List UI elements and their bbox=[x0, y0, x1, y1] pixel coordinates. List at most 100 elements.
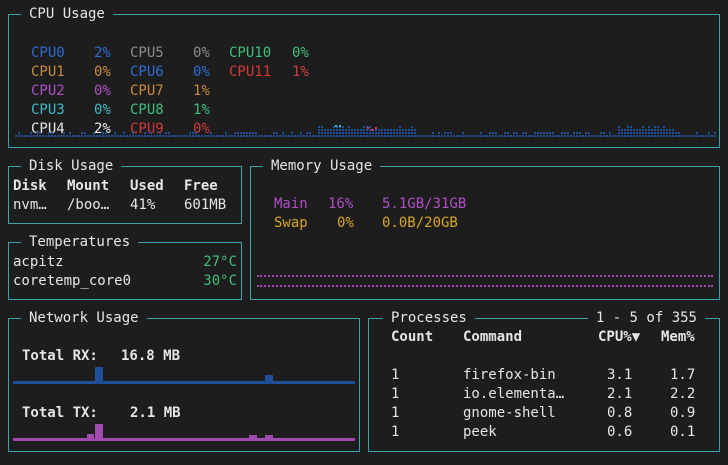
process-count[interactable]: 1 bbox=[391, 366, 399, 385]
cpu-history-dot bbox=[630, 132, 632, 134]
processes-header-cpu[interactable]: CPU%▼ bbox=[598, 328, 640, 347]
cpu-history-dot bbox=[138, 135, 140, 137]
process-mem[interactable]: 1.7 bbox=[670, 366, 695, 385]
cpu-history-dot bbox=[198, 135, 200, 137]
process-command[interactable]: gnome-shell bbox=[463, 404, 556, 423]
cpu-history-dot bbox=[633, 132, 635, 134]
cpu-history-dot bbox=[549, 132, 551, 134]
cpu-history-dot bbox=[171, 135, 173, 137]
cpu-history-dot bbox=[225, 135, 227, 137]
cpu-history-dot bbox=[654, 132, 656, 134]
cpu-history-dot bbox=[36, 135, 38, 137]
cpu-history-dot bbox=[447, 135, 449, 137]
cpu-history-dot bbox=[642, 129, 644, 131]
cpu-history-dot bbox=[168, 135, 170, 137]
cpu-history-dot bbox=[315, 135, 317, 137]
process-count[interactable]: 1 bbox=[391, 404, 399, 423]
cpu-history-dot bbox=[672, 132, 674, 134]
cpu-history-dot bbox=[318, 132, 320, 134]
cpu-history-dot bbox=[282, 132, 284, 134]
process-command[interactable]: firefox-bin bbox=[463, 366, 556, 385]
network-tx-graph bbox=[13, 424, 355, 441]
cpu-history-dot bbox=[333, 129, 335, 131]
cpu-history-dot bbox=[480, 135, 482, 137]
cpu-history-dot bbox=[408, 129, 410, 131]
cpu-history-dot bbox=[348, 132, 350, 134]
cpu-history-dot bbox=[411, 132, 413, 134]
cpu-history-dot bbox=[234, 132, 236, 134]
cpu-history-dot bbox=[285, 135, 287, 137]
process-mem[interactable]: 2.2 bbox=[670, 385, 695, 404]
process-cpu[interactable]: 2.1 bbox=[607, 385, 632, 404]
cpu-history-dot bbox=[39, 132, 41, 134]
cpu-history-dot bbox=[72, 135, 74, 137]
cpu-history-dot bbox=[462, 135, 464, 137]
processes-header-count[interactable]: Count bbox=[391, 328, 433, 347]
temp-sensor-name: acpitz bbox=[13, 254, 64, 270]
cpu-history-dot bbox=[90, 135, 92, 137]
cpu-history-dot bbox=[57, 135, 59, 137]
cpu-history-dot bbox=[591, 135, 593, 137]
cpu-history-dot bbox=[252, 132, 254, 134]
cpu-usage-graph bbox=[15, 115, 716, 137]
network-tx-spike bbox=[265, 435, 273, 439]
cpu-history-dot bbox=[663, 132, 665, 134]
cpu-history-dot bbox=[558, 135, 560, 137]
cpu-core-value: 0% bbox=[193, 64, 210, 80]
cpu-history-dot bbox=[624, 129, 626, 131]
cpu-history-dot bbox=[630, 126, 632, 128]
process-mem[interactable]: 0.9 bbox=[670, 404, 695, 423]
network-rx-graph bbox=[13, 367, 355, 384]
cpu-history-dot bbox=[51, 135, 53, 137]
cpu-core-value: 1% bbox=[193, 83, 210, 99]
cpu-history-dot bbox=[369, 132, 371, 134]
cpu-history-dot bbox=[516, 135, 518, 137]
process-cpu[interactable]: 0.6 bbox=[607, 423, 632, 442]
cpu-history-dot bbox=[402, 129, 404, 131]
cpu-history-dot bbox=[327, 129, 329, 131]
cpu-history-dot bbox=[411, 135, 413, 137]
cpu-history-dot bbox=[621, 129, 623, 131]
disk-usage-panel: Disk Usage Disk Mount Used Free nvm… /bo… bbox=[8, 157, 242, 224]
cpu-history-dot bbox=[642, 135, 644, 137]
cpu-history-dot bbox=[105, 132, 107, 134]
cpu-history-dot bbox=[441, 135, 443, 137]
cpu-history-dot bbox=[309, 132, 311, 134]
processes-header-mem[interactable]: Mem% bbox=[661, 328, 695, 347]
cpu-history-dot bbox=[567, 132, 569, 134]
cpu-history-dot bbox=[681, 135, 683, 137]
memory-main-graph-line bbox=[257, 285, 713, 287]
cpu-history-dot bbox=[114, 132, 116, 134]
cpu-core-label: CPU11 bbox=[229, 64, 272, 80]
cpu-history-dot bbox=[660, 129, 662, 131]
cpu-history-dot bbox=[282, 135, 284, 137]
cpu-history-dot bbox=[249, 132, 251, 134]
cpu-history-dot bbox=[669, 135, 671, 137]
cpu-history-dot bbox=[384, 132, 386, 134]
cpu-history-dot bbox=[234, 135, 236, 137]
process-mem[interactable]: 0.1 bbox=[670, 423, 695, 442]
cpu-history-dot bbox=[105, 135, 107, 137]
process-command[interactable]: io.elementa… bbox=[463, 385, 564, 404]
cpu-history-dot bbox=[657, 132, 659, 134]
cpu-history-dot bbox=[30, 132, 32, 134]
cpu-history-dot bbox=[492, 135, 494, 137]
process-cpu[interactable]: 0.8 bbox=[607, 404, 632, 423]
cpu-history-dot bbox=[660, 135, 662, 137]
cpu-history-dot bbox=[378, 129, 380, 131]
process-command[interactable]: peek bbox=[463, 423, 497, 442]
process-count[interactable]: 1 bbox=[391, 423, 399, 442]
processes-header-command[interactable]: Command bbox=[463, 328, 522, 347]
cpu-history-dot bbox=[381, 132, 383, 134]
cpu-history-dot bbox=[240, 135, 242, 137]
process-cpu[interactable]: 3.1 bbox=[607, 366, 632, 385]
cpu-history-dot bbox=[636, 129, 638, 131]
network-rx-value: 16.8 MB bbox=[121, 348, 181, 364]
cpu-history-dot bbox=[651, 132, 653, 134]
cpu-core-label: CPU10 bbox=[229, 45, 272, 61]
cpu-history-dot bbox=[525, 135, 527, 137]
cpu-history-dot bbox=[60, 135, 62, 137]
cpu-history-dot bbox=[99, 135, 101, 137]
cpu-history-dot bbox=[543, 135, 545, 137]
process-count[interactable]: 1 bbox=[391, 385, 399, 404]
